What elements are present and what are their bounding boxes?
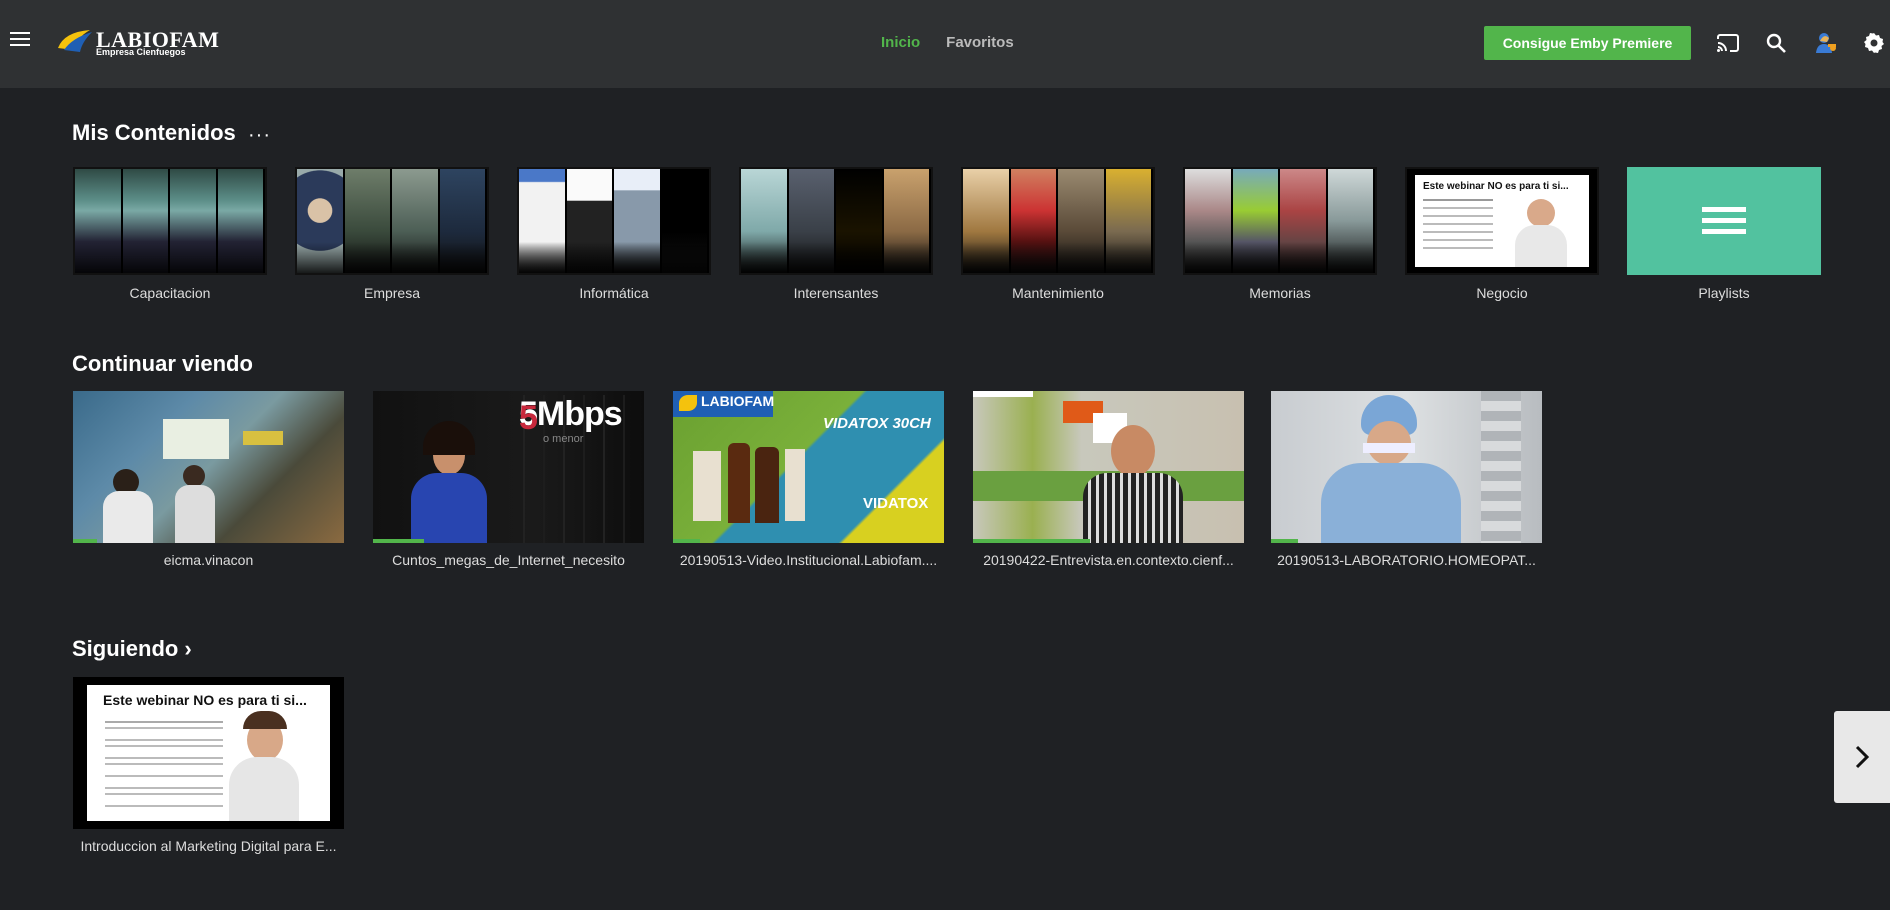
library-memorias[interactable]: Memorias [1183,167,1377,301]
library-interensantes[interactable]: Interensantes [739,167,933,301]
library-label: Negocio [1476,285,1528,301]
library-thumbnail [517,167,711,275]
nav-favoritos[interactable]: Favoritos [946,34,1014,51]
library-thumbnail [961,167,1155,275]
menu-icon[interactable] [10,32,30,50]
watch-progress [1271,539,1299,543]
continuar-viendo-title: Continuar viendo [72,351,253,376]
logo-mark-icon [58,30,92,52]
watch-progress [73,539,98,543]
library-label: Playlists [1698,285,1750,301]
emby-premiere-button[interactable]: Consigue Emby Premiere [1484,26,1691,60]
video-label: 20190513-Video.Institucional.Labiofam...… [679,552,938,568]
video-thumbnail [73,391,344,543]
video-label: Cuntos_megas_de_Internet_necesito [392,552,625,568]
main-nav: Inicio Favoritos [881,34,1014,51]
top-header: LABIOFAM Empresa Cienfuegos Inicio Favor… [0,0,1890,88]
scroll-next-button[interactable] [1834,711,1890,803]
more-options-icon[interactable]: ··· [248,124,271,147]
video-card-laboratorio[interactable]: 20190513-LABORATORIO.HOMEOPAT... [1271,391,1542,568]
nav-inicio[interactable]: Inicio [881,34,920,51]
logo-subtext: Empresa Cienfuegos [96,47,186,57]
watch-progress [973,539,1090,543]
user-icon[interactable] [1814,31,1838,55]
watch-progress [373,539,425,543]
library-negocio[interactable]: Este webinar NO es para ti si... Negocio [1405,167,1599,301]
library-empresa[interactable]: Empresa [295,167,489,301]
chevron-right-icon: › [184,636,192,661]
siguiendo-title: Siguiendo [72,636,179,661]
chevron-right-icon [1855,745,1870,769]
library-label: Informática [579,285,649,301]
library-label: Memorias [1249,285,1311,301]
playlist-icon [1702,207,1746,234]
cast-icon[interactable] [1716,31,1740,55]
library-label: Capacitacion [129,285,211,301]
library-mantenimiento[interactable]: Mantenimiento [961,167,1155,301]
video-thumbnail [973,391,1244,543]
video-thumbnail: Este webinar NO es para ti si... [73,677,344,829]
overlay-subtext: o menor [543,433,584,445]
library-informatica[interactable]: Informática [517,167,711,301]
search-icon[interactable] [1764,31,1788,55]
overlay-text: VIDATOX 30CH [823,415,931,432]
library-thumbnail [1627,167,1821,275]
library-label: Mantenimiento [1012,285,1104,301]
video-card-megas[interactable]: 5Mbps 5 o menor Cuntos_megas_de_Internet… [373,391,644,568]
library-label: Interensantes [793,285,879,301]
library-label: Empresa [363,285,421,301]
thumb-title: Este webinar NO es para ti si... [103,692,307,708]
video-label: eicma.vinacon [163,552,254,568]
library-thumbnail: Este webinar NO es para ti si... [1405,167,1599,275]
video-thumbnail [1271,391,1542,543]
video-thumbnail: LABIOFAM VIDATOX 30CH VIDATOX [673,391,944,543]
overlay-subtext: VIDATOX [863,495,929,512]
video-label: 20190513-LABORATORIO.HOMEOPAT... [1277,552,1536,568]
video-card-institucional[interactable]: LABIOFAM VIDATOX 30CH VIDATOX 20190513-V… [673,391,944,568]
thumb-title: Este webinar NO es para ti si... [1423,181,1569,192]
library-capacitacion[interactable]: Capacitacion [73,167,267,301]
video-thumbnail: 5Mbps 5 o menor [373,391,644,543]
library-playlists[interactable]: Playlists [1627,167,1821,301]
video-label: 20190422-Entrevista.en.contexto.cienf... [983,552,1234,568]
mis-contenidos-title[interactable]: Mis Contenidos [72,120,236,146]
video-card-marketing[interactable]: Este webinar NO es para ti si... Introdu… [73,677,344,854]
siguiendo-title-link[interactable]: Siguiendo › [72,636,192,662]
watch-progress [673,539,701,543]
gear-icon[interactable] [1862,31,1886,55]
video-label: Introduccion al Marketing Digital para E… [80,838,337,854]
video-card-eicma[interactable]: eicma.vinacon [73,391,344,568]
library-thumbnail [1183,167,1377,275]
labiofam-logo[interactable]: LABIOFAM Empresa Cienfuegos [54,24,219,58]
library-thumbnail [739,167,933,275]
library-thumbnail [73,167,267,275]
video-card-entrevista[interactable]: 20190422-Entrevista.en.contexto.cienf... [973,391,1244,568]
library-thumbnail [295,167,489,275]
